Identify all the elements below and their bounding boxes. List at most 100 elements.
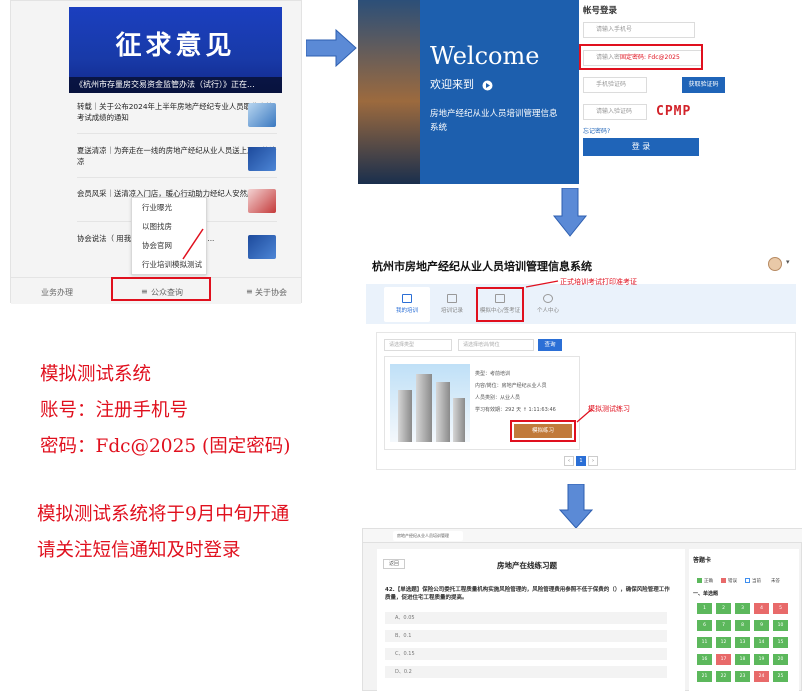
- tab-training-records[interactable]: 培训记录: [430, 294, 474, 314]
- get-code-button[interactable]: 获取验证码: [682, 77, 725, 93]
- news-item[interactable]: 夏送清凉｜为奔走在一线的房地产经纪从业人员送上夏日的清凉: [77, 145, 277, 167]
- page-1-button[interactable]: 1: [576, 456, 586, 466]
- answer-card-cell[interactable]: 16: [697, 654, 712, 665]
- position-select[interactable]: 请选择培训/岗位: [458, 339, 534, 351]
- answer-card-cell[interactable]: 8: [735, 620, 750, 631]
- tab-personal-center[interactable]: 个人中心: [526, 294, 570, 314]
- tab-label: 个人中心: [536, 308, 559, 314]
- answer-card-cell[interactable]: 14: [754, 637, 769, 648]
- back-button[interactable]: 返回: [383, 559, 405, 569]
- forgot-password-link[interactable]: 忘记密码?: [583, 126, 610, 135]
- welcome-panel: Welcome 欢迎来到 房地产经纪从业人员培训管理信息系统: [420, 0, 588, 184]
- form-title: 帐号登录: [583, 6, 618, 16]
- annotation-line: [182, 228, 204, 260]
- course-content: 内容/岗位：房地产经纪从业人员: [475, 383, 547, 389]
- answer-card-cell[interactable]: 2: [716, 603, 731, 614]
- highlight-box: [476, 287, 524, 322]
- answer-card-cell[interactable]: 25: [773, 671, 788, 682]
- browser-tab[interactable]: 房地产经纪从业人员培训管理: [393, 531, 463, 541]
- mobile-app-screenshot: 征求意见 《杭州市存量房交易资金监管办法（试行）》正在... 转载｜关于公布20…: [10, 0, 302, 304]
- chevron-down-icon[interactable]: ▾: [786, 258, 790, 266]
- divider: [77, 133, 277, 134]
- answer-card-cell[interactable]: 10: [773, 620, 788, 631]
- list-icon: ≡: [246, 287, 253, 296]
- answer-card-cell[interactable]: 23: [735, 671, 750, 682]
- login-button[interactable]: 登 录: [583, 138, 699, 156]
- answer-card-title: 答题卡: [693, 557, 712, 564]
- highlight-box: [579, 44, 703, 70]
- info-password: 密码：Fdc@2025 (固定密码): [40, 436, 291, 457]
- arrow-down-icon: [558, 484, 594, 529]
- legend-wrong: 错误: [721, 578, 737, 584]
- answer-option[interactable]: A、0.05: [385, 612, 667, 624]
- user-icon: [543, 294, 553, 303]
- query-button[interactable]: 查询: [538, 339, 562, 351]
- type-select[interactable]: 请选择类型: [384, 339, 452, 351]
- building-shape: [436, 382, 450, 442]
- answer-card-cell[interactable]: 6: [697, 620, 712, 631]
- arrow-right-icon: [306, 28, 357, 68]
- phone-input[interactable]: 请输入手机号: [583, 22, 695, 38]
- banner-title: 征求意见: [115, 31, 236, 61]
- menu-item-industry-exposure[interactable]: 行业曝光: [132, 198, 206, 217]
- welcome-subtitle: 欢迎来到: [430, 78, 474, 91]
- annotation-practice: 模拟测试练习: [588, 405, 630, 413]
- answer-card-cell[interactable]: 11: [697, 637, 712, 648]
- annotation-arrow: [525, 280, 559, 288]
- news-thumbnail: [248, 147, 276, 171]
- tab-my-training[interactable]: 我的培训: [385, 294, 429, 314]
- practice-title: 房地产在线练习题: [497, 561, 557, 570]
- question-text: 42.【单选题】保险公司委托工程质量机构实施风险管理的，风险管理费用参照不低于保…: [385, 587, 670, 601]
- answer-option[interactable]: B、0.1: [385, 630, 667, 642]
- portal-title: 杭州市房地产经纪从业人员培训管理信息系统: [372, 260, 592, 273]
- answer-card-cell[interactable]: 12: [716, 637, 731, 648]
- question-category: 一、单选题: [693, 591, 719, 597]
- next-page-button[interactable]: ›: [588, 456, 598, 466]
- divider: [77, 177, 277, 178]
- answer-card-cell[interactable]: 24: [754, 671, 769, 682]
- tab-about[interactable]: 关于协会: [255, 287, 287, 298]
- answer-card-cell[interactable]: 13: [735, 637, 750, 648]
- answer-card-cell[interactable]: 1: [697, 603, 712, 614]
- answer-card-cell[interactable]: 22: [716, 671, 731, 682]
- training-icon: [402, 294, 412, 303]
- annotation-exam: 正式培训考试打印准考证: [560, 278, 637, 286]
- course-image: [390, 364, 470, 442]
- answer-card-cell[interactable]: 4: [754, 603, 769, 614]
- tab-business[interactable]: 业务办理: [41, 287, 73, 298]
- legend-correct: 正确: [697, 578, 713, 584]
- captcha-input[interactable]: 请输入验证码: [583, 104, 647, 120]
- welcome-title: Welcome: [430, 42, 540, 70]
- answer-card-cell[interactable]: 5: [773, 603, 788, 614]
- answer-card-cell[interactable]: 15: [773, 637, 788, 648]
- legend-unanswered: 未答: [771, 579, 780, 584]
- answer-option[interactable]: C、0.15: [385, 648, 667, 660]
- arrow-down-icon: [552, 188, 588, 237]
- answer-option[interactable]: D、0.2: [385, 666, 667, 678]
- answer-card-cell[interactable]: 18: [735, 654, 750, 665]
- highlight-box: [510, 420, 576, 442]
- tab-label: 我的培训: [395, 308, 418, 314]
- captcha-image[interactable]: CPMP: [656, 104, 691, 119]
- answer-card-cell[interactable]: 9: [754, 620, 769, 631]
- answer-card-cell[interactable]: 19: [754, 654, 769, 665]
- answer-card-cell[interactable]: 7: [716, 620, 731, 631]
- answer-card-cell[interactable]: 21: [697, 671, 712, 682]
- news-item[interactable]: 转载｜关于公布2024年上半年房地产经纪专业人员职业资格考试成绩的通知: [77, 101, 277, 123]
- building-shape: [398, 390, 412, 442]
- answer-card-cell[interactable]: 3: [735, 603, 750, 614]
- answer-card-cell[interactable]: 20: [773, 654, 788, 665]
- banner-caption: 《杭州市存量房交易资金监管办法（试行）》正在...: [69, 77, 282, 93]
- sms-code-input[interactable]: 手机验证码: [583, 77, 647, 93]
- answer-card-cell[interactable]: 17: [716, 654, 731, 665]
- city-photo: [358, 0, 426, 184]
- legend-current: 当前: [745, 578, 761, 584]
- avatar[interactable]: [768, 257, 782, 271]
- notice-open-date: 模拟测试系统将于9月中旬开通: [37, 504, 290, 525]
- records-icon: [447, 294, 457, 303]
- prev-page-button[interactable]: ‹: [564, 456, 574, 466]
- arrow-circle-icon: [482, 80, 492, 90]
- consultation-banner[interactable]: 征求意见 《杭州市存量房交易资金监管办法（试行）》正在...: [69, 7, 282, 93]
- building-shape: [453, 398, 465, 442]
- notice-sms: 请关注短信通知及时登录: [37, 540, 241, 561]
